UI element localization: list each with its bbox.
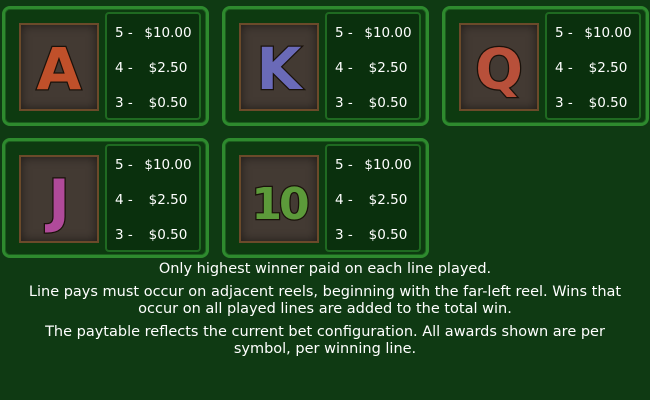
letter-q-symbol-icon: Q [474,37,524,105]
pay-amount: $2.50 [148,60,188,76]
pay-row: 3 - $0.50 [555,93,637,113]
pay-row: 4 - $2.50 [115,190,197,210]
pay-row: 4 - $2.50 [555,58,637,78]
pay-row: 5 - $10.00 [115,155,197,175]
number-ten-symbol-icon: 10 [250,178,312,232]
pay-count: 3 - [115,95,133,111]
pay-amount: $10.00 [584,25,632,41]
pay-count: 4 - [115,60,133,76]
pay-row: 5 - $10.00 [335,23,417,43]
pay-row: 3 - $0.50 [335,225,417,245]
pay-amount: $10.00 [144,25,192,41]
pay-row: 5 - $10.00 [555,23,637,43]
pay-panel-q: 5 - $10.00 4 - $2.50 3 - $0.50 [545,12,641,120]
pay-amount: $10.00 [364,25,412,41]
paytable-card-q: Q 5 - $10.00 4 - $2.50 3 - $0.50 [442,6,649,126]
pay-amount: $0.50 [148,227,188,243]
pay-count: 4 - [335,192,353,208]
paytable-card-k: K 5 - $10.00 4 - $2.50 3 - $0.50 [222,6,429,126]
pay-panel-j: 5 - $10.00 4 - $2.50 3 - $0.50 [105,144,201,252]
pay-count: 3 - [335,95,353,111]
letter-a-symbol-icon: A [35,34,83,105]
letter-k-symbol-icon: K [255,34,305,105]
letter-j-symbol-icon: J [43,166,71,237]
symbol-glyph: J [44,167,70,235]
pay-count: 3 - [555,95,573,111]
pay-count: 5 - [555,25,573,41]
pay-count: 3 - [115,227,133,243]
pay-row: 4 - $2.50 [335,190,417,210]
pay-panel-a: 5 - $10.00 4 - $2.50 3 - $0.50 [105,12,201,120]
paytable-card-a: A 5 - $10.00 4 - $2.50 3 - $0.50 [2,6,209,126]
pay-amount: $0.50 [368,227,408,243]
pay-amount: $2.50 [368,192,408,208]
symbol-frame-k: K [239,23,319,111]
symbol-glyph: Q [475,38,523,103]
pay-amount: $0.50 [368,95,408,111]
pay-count: 5 - [335,25,353,41]
symbol-glyph: K [257,35,304,103]
pay-amount: $0.50 [148,95,188,111]
paytable-rules: Only highest winner paid on each line pl… [0,261,650,364]
pay-count: 5 - [115,157,133,173]
pay-row: 4 - $2.50 [115,58,197,78]
pay-count: 5 - [335,157,353,173]
pay-row: 3 - $0.50 [115,225,197,245]
pay-count: 3 - [335,227,353,243]
pay-count: 4 - [335,60,353,76]
pay-row: 3 - $0.50 [335,93,417,113]
pay-amount: $2.50 [148,192,188,208]
pay-panel-10: 5 - $10.00 4 - $2.50 3 - $0.50 [325,144,421,252]
symbol-frame-q: Q [459,23,539,111]
pay-panel-k: 5 - $10.00 4 - $2.50 3 - $0.50 [325,12,421,120]
pay-row: 4 - $2.50 [335,58,417,78]
pay-amount: $10.00 [144,157,192,173]
paytable-card-10: 10 5 - $10.00 4 - $2.50 3 - $0.50 [222,138,429,258]
rule-paytable-note: The paytable reflects the current bet co… [45,324,605,357]
pay-count: 4 - [555,60,573,76]
symbol-frame-j: J [19,155,99,243]
symbol-frame-a: A [19,23,99,111]
pay-count: 4 - [115,192,133,208]
symbol-frame-10: 10 [239,155,319,243]
symbol-glyph: 10 [251,179,308,230]
paytable-card-j: J 5 - $10.00 4 - $2.50 3 - $0.50 [2,138,209,258]
pay-count: 5 - [115,25,133,41]
pay-row: 5 - $10.00 [115,23,197,43]
symbol-glyph: A [37,35,82,103]
pay-amount: $10.00 [364,157,412,173]
pay-row: 5 - $10.00 [335,155,417,175]
pay-amount: $2.50 [368,60,408,76]
pay-amount: $2.50 [588,60,628,76]
pay-amount: $0.50 [588,95,628,111]
rule-highest-winner: Only highest winner paid on each line pl… [158,261,492,277]
rule-line-pays: Line pays must occur on adjacent reels, … [28,284,622,317]
pay-row: 3 - $0.50 [115,93,197,113]
